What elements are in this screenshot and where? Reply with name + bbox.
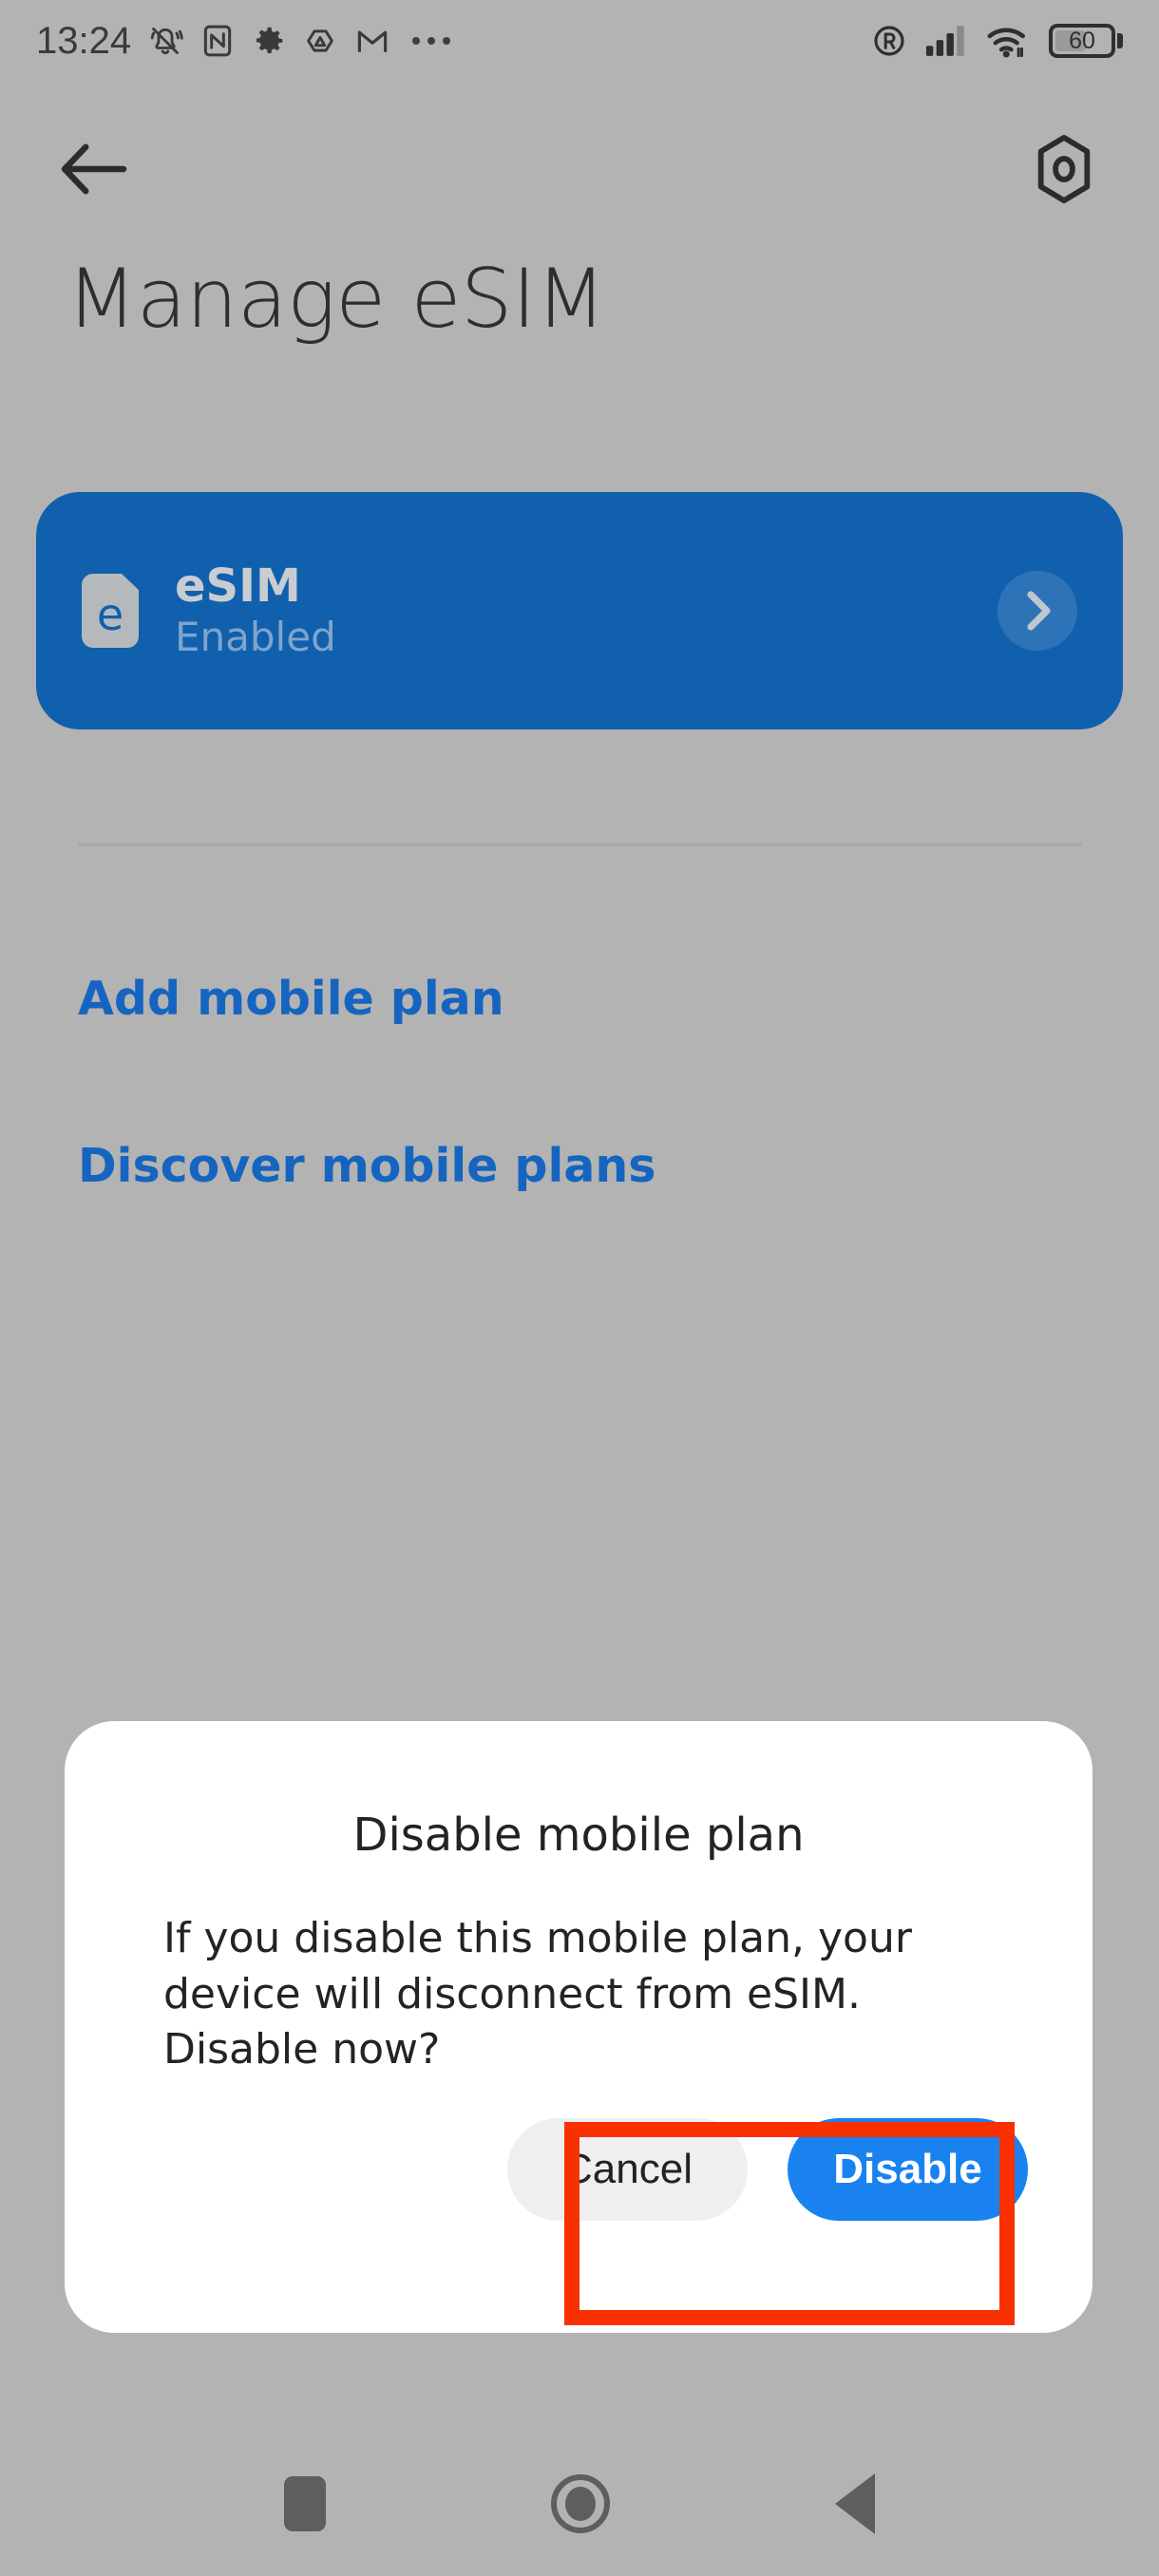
esim-card-name: eSIM [175, 559, 301, 613]
square-recents-icon[interactable] [283, 2476, 326, 2531]
settings-hexagon-icon [1037, 134, 1091, 204]
battery-icon: 60 [1049, 24, 1123, 58]
gear-icon [256, 27, 283, 53]
triangle-back-icon[interactable] [835, 2473, 876, 2534]
dialog-message: If you disable this mobile plan, your de… [163, 1914, 912, 2074]
app-bar [0, 112, 1159, 226]
status-clock: 13:24 [36, 19, 132, 62]
esim-card[interactable]: e eSIM Enabled [36, 492, 1123, 729]
cancel-button[interactable]: Cancel [507, 2118, 748, 2221]
esim-card-text: eSIM Enabled [175, 559, 336, 661]
nfc-icon [203, 25, 232, 57]
circle-home-icon[interactable] [550, 2474, 610, 2533]
dialog-title: Disable mobile plan [352, 1809, 805, 1862]
sim-icon-letter: e [96, 589, 124, 640]
page-title: Manage eSIM [66, 252, 606, 347]
discover-mobile-plans-link[interactable]: Discover mobile plans [78, 1143, 656, 1189]
add-mobile-plan-link[interactable]: Add mobile plan [78, 975, 504, 1022]
status-bar-left: 13:24 [36, 19, 451, 63]
triangle-hexagon-icon [307, 29, 333, 52]
disable-plan-dialog: Disable mobile plan If you disable this … [65, 1721, 1092, 2333]
bell-muted-icon [150, 28, 183, 55]
status-bar-right: 60 [870, 22, 1123, 60]
overflow-dots-icon [412, 37, 451, 45]
roaming-icon [874, 26, 904, 56]
dialog-actions: Cancel Disable [148, 2118, 1028, 2221]
esim-card-chevron-button[interactable] [998, 571, 1077, 651]
settings-button[interactable] [1026, 131, 1102, 207]
wifi-icon [987, 28, 1025, 58]
cellular-signal-icon [925, 26, 964, 56]
gmail-icon [357, 30, 388, 53]
back-arrow-icon [61, 143, 127, 195]
chevron-right-icon [1027, 591, 1051, 631]
esim-card-status: Enabled [175, 614, 336, 661]
battery-level: 60 [1069, 27, 1095, 54]
status-bar: 13:24 60 [0, 0, 1159, 82]
system-navigation-bar [0, 2432, 1159, 2576]
phone-screen: 13:24 60 Manage eSIM e eSIM Enabled Add … [0, 0, 1159, 2576]
section-divider [78, 843, 1082, 846]
back-button[interactable] [55, 133, 141, 205]
sim-card-icon: e [82, 574, 139, 648]
disable-button[interactable]: Disable [788, 2118, 1028, 2221]
